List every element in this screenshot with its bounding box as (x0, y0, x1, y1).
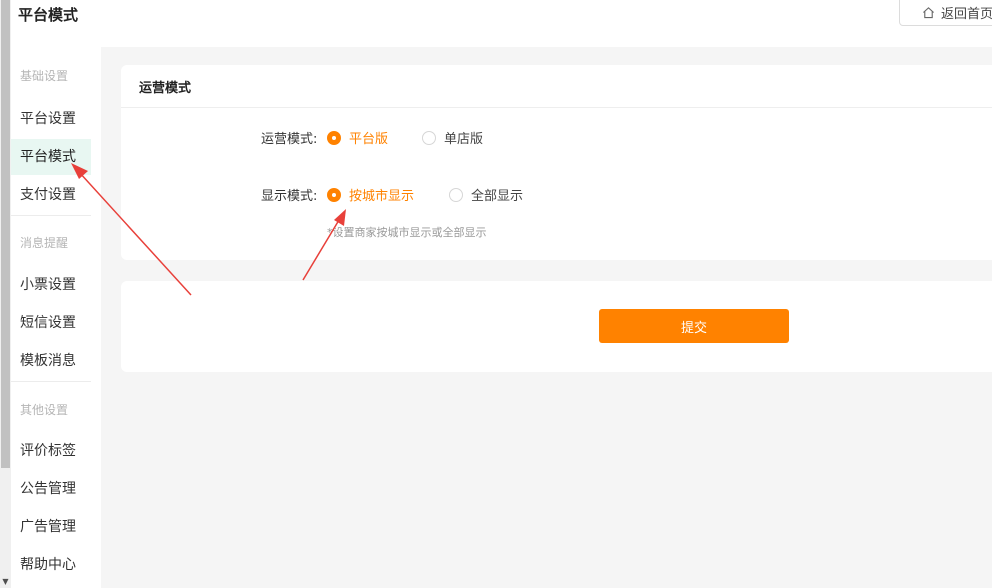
sidebar-group-other: 其他设置 (20, 403, 69, 417)
page-title: 平台模式 (18, 6, 79, 24)
sidebar-item-payment-settings[interactable]: 支付设置 (11, 177, 91, 213)
sidebar-item-review-tags[interactable]: 评价标签 (11, 433, 91, 469)
display-mode-label: 显示模式: (261, 189, 318, 204)
radio-display-by-city[interactable]: 按城市显示 (327, 185, 414, 204)
sidebar-item-sms-settings[interactable]: 短信设置 (11, 305, 91, 341)
home-icon (923, 7, 934, 19)
scroll-down-arrow-icon[interactable]: ▼ (1, 577, 10, 586)
sidebar-item-ads[interactable]: 广告管理 (11, 509, 91, 545)
radio-checked-icon (327, 187, 341, 202)
top-header: 平台模式 返回首页 (11, 0, 992, 47)
sidebar-item-help-center[interactable]: 帮助中心 (11, 547, 91, 583)
radio-checked-icon (327, 130, 341, 145)
submit-card: 提交 (121, 281, 992, 372)
radio-unchecked-icon (422, 130, 436, 145)
sidebar-scrollbar[interactable]: ▼ (0, 0, 11, 588)
sidebar-item-platform-mode[interactable]: 平台模式 (11, 139, 91, 175)
sidebar-divider (11, 381, 91, 382)
sidebar-item-platform-settings[interactable]: 平台设置 (11, 101, 91, 137)
sidebar-group-notifications: 消息提醒 (20, 236, 69, 250)
radio-label: 按城市显示 (349, 189, 415, 204)
card-divider (121, 107, 992, 108)
operation-mode-card: 运营模式 运营模式: 平台版 单店版 显示模式: 按城市显示 全部显示 *设置商… (121, 65, 992, 260)
radio-label: 全部显示 (471, 189, 524, 204)
sidebar-group-basic: 基础设置 (20, 69, 69, 83)
radio-platform-version[interactable]: 平台版 (327, 128, 388, 147)
submit-button[interactable]: 提交 (599, 309, 789, 343)
return-home-label: 返回首页 (941, 7, 992, 22)
radio-unchecked-icon (449, 187, 463, 202)
radio-display-all[interactable]: 全部显示 (449, 185, 523, 204)
scrollbar-thumb[interactable] (1, 0, 10, 468)
display-mode-hint: *设置商家按城市显示或全部显示 (327, 226, 487, 239)
radio-single-store-version[interactable]: 单店版 (422, 128, 483, 147)
radio-label: 平台版 (349, 132, 389, 147)
return-home-button[interactable]: 返回首页 (899, 0, 992, 26)
radio-label: 单店版 (444, 132, 484, 147)
card-title: 运营模式 (139, 81, 192, 96)
operation-mode-label: 运营模式: (261, 132, 318, 147)
sidebar: 基础设置 平台设置 平台模式 支付设置 消息提醒 小票设置 短信设置 模板消息 … (11, 47, 101, 588)
sidebar-item-announcements[interactable]: 公告管理 (11, 471, 91, 507)
sidebar-item-receipt-settings[interactable]: 小票设置 (11, 267, 91, 303)
sidebar-divider (11, 215, 91, 216)
sidebar-item-template-messages[interactable]: 模板消息 (11, 343, 91, 379)
